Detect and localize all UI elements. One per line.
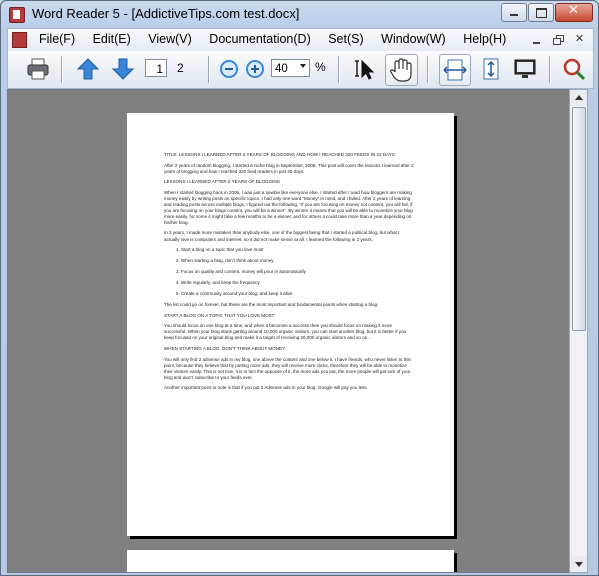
document-page: TITLE: LESSONS I LEARNED AFTER 2 YEARS O… — [127, 113, 454, 536]
close-icon: ✕ — [568, 3, 579, 18]
zoom-out-button[interactable] — [216, 56, 242, 82]
doc-paragraph: Another important point to note is that … — [164, 385, 367, 391]
doc-paragraph: In 2 years, I made more mistakes than an… — [164, 230, 400, 242]
close-button[interactable]: ✕ — [555, 3, 593, 22]
zoom-unit: % — [315, 60, 326, 74]
list-item: Start a blog on a topic that you love mo… — [181, 247, 414, 253]
menu-file[interactable]: File(F) — [39, 32, 75, 46]
zoom-out-icon — [220, 60, 238, 78]
menu-items: File(F) Edit(E) View(V) Documentation(D)… — [39, 32, 520, 46]
fit-width-icon — [443, 59, 467, 81]
zoom-in-icon — [246, 60, 264, 78]
scroll-up-icon[interactable] — [570, 90, 587, 106]
toolbar-separator — [427, 56, 428, 83]
document-viewport[interactable]: TITLE: LESSONS I LEARNED AFTER 2 YEARS O… — [7, 89, 570, 573]
total-pages: 2 — [177, 61, 184, 75]
toolbar-separator — [208, 56, 209, 83]
doc-restore-button[interactable] — [550, 32, 567, 47]
doc-title: TITLE: LESSONS I LEARNED AFTER 2 YEARS O… — [164, 152, 395, 157]
toolbar-separator — [61, 56, 62, 83]
document-page-2 — [127, 550, 454, 572]
document-icon[interactable] — [12, 32, 27, 48]
magnifier-icon — [563, 58, 586, 81]
toolbar-separator — [549, 56, 550, 83]
app-window: Word Reader 5 - [AddictiveTips.com test.… — [0, 0, 599, 576]
menu-documentation[interactable]: Documentation(D) — [209, 32, 310, 46]
menu-view[interactable]: View(V) — [148, 32, 192, 46]
menu-help[interactable]: Help(H) — [463, 32, 506, 46]
title-bar: Word Reader 5 - [AddictiveTips.com test.… — [1, 1, 598, 28]
list-item: When starting a blog, don’t think about … — [181, 258, 414, 264]
doc-paragraph: After 2 years of random blogging, I star… — [164, 162, 414, 174]
list-item: Focus on quality and content, money will… — [181, 269, 414, 275]
window-title: Word Reader 5 - [AddictiveTips.com test.… — [32, 6, 300, 21]
doc-heading: WHEN STARTING A BLOG, DON’T THINK ABOUT … — [164, 346, 286, 352]
restore-icon-back — [553, 38, 561, 45]
minimize-icon — [510, 14, 518, 16]
arrow-down-icon — [111, 58, 135, 80]
vertical-scrollbar[interactable] — [569, 89, 588, 573]
doc-heading: START A BLOG ON A TOPIC THAT YOU LOVE MO… — [164, 312, 275, 318]
minimize-icon — [533, 42, 540, 44]
menu-edit[interactable]: Edit(E) — [93, 32, 131, 46]
zoom-input[interactable]: 40 — [271, 59, 310, 77]
list-item: Write regularly, and keep the frequency — [181, 280, 414, 286]
scroll-down-icon[interactable] — [570, 556, 587, 572]
next-page-button[interactable] — [110, 56, 136, 82]
menu-bar: File(F) Edit(E) View(V) Documentation(D)… — [7, 28, 594, 52]
doc-list: Start a blog on a topic that you love mo… — [164, 247, 414, 297]
menu-set[interactable]: Set(S) — [328, 32, 363, 46]
toolbar-separator — [338, 56, 339, 83]
menu-window[interactable]: Window(W) — [381, 32, 446, 46]
fit-width-button[interactable] — [439, 54, 471, 86]
text-select-icon — [355, 59, 375, 80]
close-icon: ✕ — [574, 32, 585, 45]
previous-page-button[interactable] — [75, 56, 101, 82]
toolbar: 1 2 40 % — [7, 51, 594, 89]
chevron-down-icon[interactable] — [300, 64, 306, 68]
fit-page-icon — [483, 58, 499, 80]
fullscreen-button[interactable] — [512, 56, 538, 82]
maximize-icon — [536, 8, 547, 18]
doc-heading: LESSONS I LEARNED AFTER 2 YEARS OF BLOGG… — [164, 179, 281, 185]
doc-close-button[interactable]: ✕ — [571, 32, 588, 47]
magnifier-button[interactable] — [561, 56, 587, 82]
hand-tool[interactable] — [385, 54, 418, 86]
scrollbar-thumb[interactable] — [572, 107, 586, 331]
arrow-up-icon — [76, 58, 100, 80]
doc-paragraph: When I started blogging back in 2006, I … — [164, 189, 413, 225]
document-body: TITLE: LESSONS I LEARNED AFTER 2 YEARS O… — [164, 152, 414, 396]
print-button[interactable] — [25, 56, 51, 82]
fullscreen-icon — [514, 59, 536, 78]
doc-paragraph: You will only find 2 adsense ads in my b… — [164, 356, 411, 380]
app-logo-icon — [9, 7, 25, 23]
minimize-button[interactable] — [501, 3, 527, 22]
maximize-button[interactable] — [528, 3, 554, 22]
text-select-tool[interactable] — [351, 56, 377, 82]
list-item: Create a community around your blog, and… — [181, 291, 414, 297]
printer-icon — [27, 58, 49, 80]
hand-icon — [390, 58, 412, 82]
current-page-input[interactable]: 1 — [145, 59, 167, 77]
zoom-in-button[interactable] — [242, 56, 268, 82]
doc-paragraph: The list could go on forever, but these … — [164, 302, 379, 308]
doc-paragraph: You should focus on one blog at a time, … — [164, 323, 407, 341]
doc-minimize-button[interactable] — [528, 32, 545, 47]
fit-page-button[interactable] — [478, 56, 504, 82]
